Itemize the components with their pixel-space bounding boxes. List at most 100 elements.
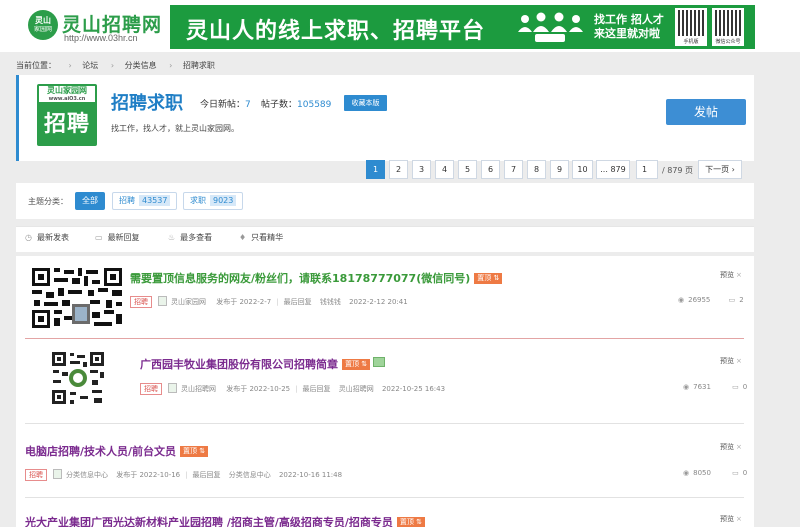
preview-link[interactable]: 预览 × [720, 270, 742, 280]
page-10-button[interactable]: 10 [572, 160, 593, 179]
reply-count: 0 [742, 469, 748, 477]
meta-separator: | [185, 471, 188, 479]
tab-digest[interactable]: ♦ 只看精华 [239, 232, 283, 243]
last-reply-user[interactable]: 钱钱钱 [320, 298, 341, 306]
total-posts-value: 105589 [297, 100, 332, 110]
close-icon[interactable]: × [736, 357, 742, 365]
mobile-qr-label: 手机版 [683, 39, 699, 45]
recruitment-banner[interactable]: 灵山人的线上求职、招聘平台 找工作 招人才 来这里就对啦 手机版 微信公众号 [170, 5, 755, 49]
filter-jobseek-label: 求职 [190, 196, 206, 205]
breadcrumb-classifieds[interactable]: 分类信息 [125, 61, 157, 70]
last-reply-label: 最后回复 [192, 471, 221, 479]
today-posts-label: 今日新帖： [200, 100, 246, 110]
pinned-badge: 置顶 ⇅ [180, 446, 209, 457]
breadcrumb-label: 当前位置： [16, 61, 56, 70]
wechat-qr-code: 微信公众号 [712, 8, 744, 46]
total-posts-stat: 帖子数：105589 [261, 97, 331, 110]
category-tag[interactable]: 招聘 [140, 383, 162, 395]
filter-jobseek[interactable]: 求职 9023 [183, 192, 244, 210]
reply-count: 2 [739, 296, 744, 304]
preview-label: 预览 [720, 357, 734, 365]
row-divider [25, 423, 744, 424]
logo-url: http://www.03hr.cn [64, 33, 138, 43]
site-logo[interactable]: 灵山 家园网 灵山招聘网 http://www.03hr.cn [28, 10, 163, 46]
thread-title[interactable]: 电脑店招聘/技术人员/前台文员 置顶 ⇅ [25, 443, 209, 459]
page-3-button[interactable]: 3 [412, 160, 431, 179]
tab-latest-replies[interactable]: ▭ 最新回复 [95, 232, 140, 243]
thread-title-text: 需要置顶信息服务的网友/粉丝们，请联系18178777077(微信同号) [130, 272, 471, 285]
thread-title[interactable]: 需要置顶信息服务的网友/粉丝们，请联系18178777077(微信同号) 置顶 ⇅ [130, 270, 503, 286]
category-tag[interactable]: 招聘 [25, 469, 47, 481]
row-divider [25, 338, 744, 339]
tab-latest-posts-label: 最新发表 [36, 233, 69, 242]
eye-icon: ◉ [683, 469, 690, 477]
last-reply-user[interactable]: 灵山招聘网 [339, 385, 374, 393]
pinned-badge-label: 置顶 [345, 360, 359, 368]
thread-author[interactable]: 灵山家园网 [171, 298, 206, 306]
thread-author[interactable]: 灵山招聘网 [181, 385, 216, 393]
site-header: 灵山 家园网 灵山招聘网 http://www.03hr.cn 灵山人的线上求职… [0, 0, 800, 52]
image-attachment-icon [373, 357, 386, 367]
filter-recruit-label: 招聘 [119, 196, 135, 205]
preview-link[interactable]: 预览 × [720, 356, 742, 366]
banner-slogan: 找工作 招人才 来这里就对啦 [594, 13, 664, 41]
page-8-button[interactable]: 8 [527, 160, 546, 179]
preview-link[interactable]: 预览 × [720, 442, 742, 452]
thread-title[interactable]: 广西园丰牧业集团股份有限公司招聘简章 置顶 ⇅ [140, 356, 386, 372]
filter-recruit[interactable]: 招聘 43537 [112, 192, 178, 210]
filter-recruit-count: 43537 [139, 195, 171, 206]
tab-most-viewed[interactable]: ♨ 最多查看 [168, 232, 212, 243]
preview-label: 预览 [720, 443, 734, 451]
tab-latest-replies-label: 最新回复 [107, 233, 140, 242]
pinned-badge: 置顶 ⇅ [474, 273, 503, 284]
pinned-badge: 置顶 ⇅ [342, 359, 371, 370]
breadcrumb-forum[interactable]: 论坛 [82, 61, 98, 70]
next-page-button[interactable]: 下一页 › [698, 160, 742, 179]
page-1-button[interactable]: 1 [366, 160, 385, 179]
thread-stats: ◉ 7631 ▭ 0 [683, 383, 747, 391]
breadcrumb-separator: › [169, 61, 173, 70]
preview-link[interactable]: 预览 × [720, 514, 742, 524]
wechat-qr-label: 微信公众号 [715, 39, 741, 45]
avatar-icon [53, 469, 62, 479]
thread-author[interactable]: 分类信息中心 [66, 471, 108, 479]
forum-logo-text: 招聘 [43, 112, 90, 137]
page-7-button[interactable]: 7 [504, 160, 523, 179]
view-count: 7631 [693, 383, 711, 391]
thread-title-text: 光大产业集团广西光达新材料产业园招聘 /招商主管/高级招商专员/招商专员 [25, 516, 393, 527]
total-posts-label: 帖子数： [261, 100, 298, 110]
close-icon[interactable]: × [736, 271, 742, 279]
thread-title[interactable]: 光大产业集团广西光达新材料产业园招聘 /招商主管/高级招商专员/招商专员 置顶 ⇅ [25, 514, 425, 527]
page-2-button[interactable]: 2 [389, 160, 408, 179]
category-tag[interactable]: 招聘 [130, 296, 152, 308]
close-icon[interactable]: × [736, 515, 742, 523]
last-page-button[interactable]: ... 879 [596, 160, 630, 179]
chevron-right-icon: › [731, 165, 735, 174]
filter-all[interactable]: 全部 [75, 192, 105, 210]
meta-separator: | [295, 385, 298, 393]
post-date: 发布于 2022-10-16 [116, 471, 181, 479]
tab-digest-label: 只看精华 [251, 233, 284, 242]
new-post-button[interactable]: 发帖 [666, 99, 746, 125]
comment-icon: ▭ [95, 233, 103, 242]
page-4-button[interactable]: 4 [435, 160, 454, 179]
tab-latest-posts[interactable]: ◷ 最新发表 [25, 232, 69, 243]
forum-header: 灵山家园网 www.aiO3.cn 招聘 招聘求职 今日新帖：7 帖子数：105… [16, 75, 754, 161]
qr-code-icon [28, 264, 128, 332]
forum-logo: 灵山家园网 www.aiO3.cn 招聘 [37, 84, 97, 146]
page-6-button[interactable]: 6 [481, 160, 500, 179]
comment-icon: ▭ [728, 296, 736, 304]
meta-separator: | [276, 298, 279, 306]
close-icon[interactable]: × [736, 443, 742, 451]
thread-stats: ◉ 26955 ▭ 2 [678, 296, 744, 304]
next-page-label: 下一页 [705, 165, 730, 174]
favorite-forum-button[interactable]: 收藏本版 [344, 95, 387, 111]
page-jump-input[interactable]: 1 [636, 160, 658, 179]
tab-most-viewed-label: 最多查看 [180, 233, 213, 242]
page-5-button[interactable]: 5 [458, 160, 477, 179]
qr-code-icon [678, 10, 704, 36]
eye-icon: ◉ [678, 296, 685, 304]
last-reply-user[interactable]: 分类信息中心 [229, 471, 271, 479]
breadcrumb-jobs[interactable]: 招聘求职 [183, 61, 215, 70]
page-9-button[interactable]: 9 [550, 160, 569, 179]
